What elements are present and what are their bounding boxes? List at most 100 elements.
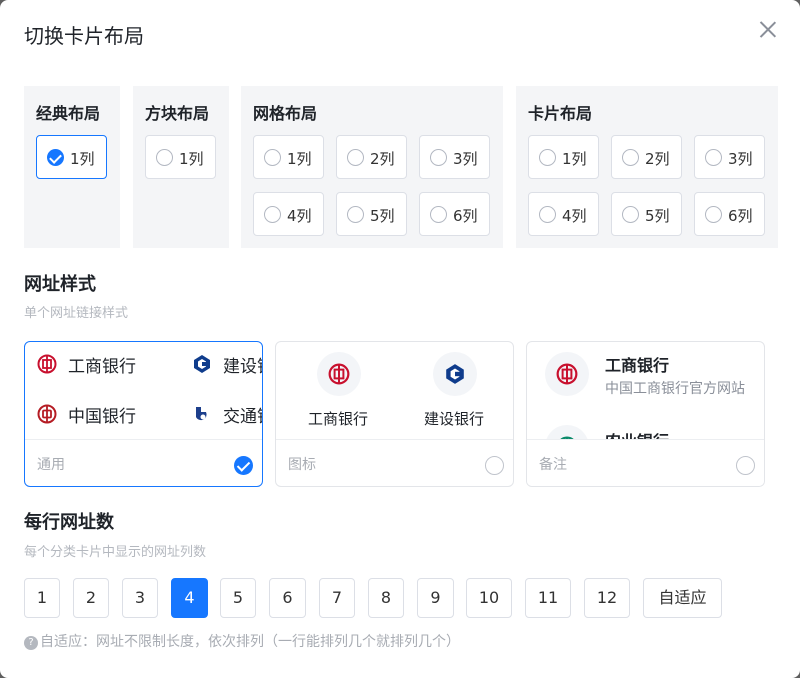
ccb-logo-icon [433,352,477,396]
card-label: 通用 [37,457,65,473]
radio-icon [347,149,364,166]
close-icon[interactable] [756,18,780,42]
auto-hint: ? 自适应：网址不限制长度，依次排列（一行能排列几个就排列几个） [24,631,460,651]
per-row-option-8[interactable]: 8 [368,578,404,618]
icbc-logo-icon [317,352,361,396]
bocom-logo-icon [196,407,207,421]
option-label: 6列 [728,207,753,225]
per-row-option-2[interactable]: 2 [73,578,109,618]
section-desc-url-style: 单个网址链接样式 [24,306,129,321]
radio-icon [264,206,281,223]
per-row-option-1[interactable]: 1 [24,578,60,618]
option-label: 1列 [179,150,204,168]
url-style-card-general[interactable]: 工商银行 建设银行 中国银行 交通银行 通用 [24,341,263,487]
layout-option-grid-6[interactable]: 6列 [419,192,490,236]
option-label: 4列 [562,207,587,225]
layout-option-card-6[interactable]: 6列 [694,192,765,236]
radio-icon [430,149,447,166]
radio-icon [622,206,639,223]
layout-group-block: 方块布局 1列 [133,86,229,248]
layout-option-grid-2[interactable]: 2列 [336,135,407,179]
unchecked-circle-icon [485,456,504,475]
ccb-logo-icon [194,355,210,373]
group-title: 经典布局 [36,104,101,123]
url-style-card-icon[interactable]: 工商银行 建设银行 图标 [275,341,514,487]
bank-name: 中国银行 [68,407,136,427]
help-icon: ? [24,636,38,650]
layout-option-card-4[interactable]: 4列 [528,192,599,236]
dialog-title: 切换卡片布局 [24,24,144,48]
card-label: 备注 [539,457,567,473]
per-row-option-10[interactable]: 10 [466,578,512,618]
section-title-per-row: 每行网址数 [24,512,114,533]
radio-icon [347,206,364,223]
bank-name: 工商银行 [605,356,670,375]
layout-option-grid-4[interactable]: 4列 [253,192,324,236]
option-label: 1列 [70,150,95,168]
card-label: 图标 [288,457,316,473]
layout-option-classic-1[interactable]: 1列 [36,135,107,179]
group-title: 卡片布局 [528,104,593,123]
card-footer: 通用 [25,439,262,486]
radio-icon [622,149,639,166]
checked-radio-icon [47,149,64,166]
layout-option-block-1[interactable]: 1列 [145,135,216,179]
layout-option-grid-3[interactable]: 3列 [419,135,490,179]
url-style-card-note[interactable]: 工商银行 中国工商银行官方网站 农业银行 备注 [526,341,765,487]
layout-option-card-1[interactable]: 1列 [528,135,599,179]
checked-circle-icon [234,456,253,475]
radio-icon [264,149,281,166]
radio-icon [539,149,556,166]
card-footer: 图标 [276,439,513,486]
boc-logo-icon [37,404,57,424]
option-label: 1列 [287,150,312,168]
per-row-option-auto[interactable]: 自适应 [643,578,722,618]
option-label: 3列 [453,150,478,168]
section-desc-per-row: 每个分类卡片中显示的网址列数 [24,545,207,560]
radio-icon [539,206,556,223]
bank-note: 中国工商银行官方网站 [605,381,745,397]
option-label: 5列 [370,207,395,225]
per-row-option-7[interactable]: 7 [319,578,355,618]
group-title: 方块布局 [145,104,210,123]
option-label: 6列 [453,207,478,225]
option-label: 2列 [645,150,670,168]
bank-name: 工商银行 [68,357,136,377]
per-row-option-11[interactable]: 11 [525,578,571,618]
per-row-option-9[interactable]: 9 [417,578,454,618]
layout-option-card-2[interactable]: 2列 [611,135,682,179]
layout-dialog: 切换卡片布局 经典布局 1列 方块布局 1列 网格布局 1列 2列 3列 4列 … [0,0,800,678]
section-title-url-style: 网址样式 [24,274,96,295]
radio-icon [156,149,173,166]
layout-option-grid-5[interactable]: 5列 [336,192,407,236]
icbc-logo-icon [545,352,589,396]
per-row-option-5[interactable]: 5 [220,578,256,618]
radio-icon [705,149,722,166]
layout-group-card: 卡片布局 1列 2列 3列 4列 5列 6列 [516,86,778,248]
layout-option-card-5[interactable]: 5列 [611,192,682,236]
bank-name: 建设银行 [223,357,262,377]
option-label: 5列 [645,207,670,225]
radio-icon [430,206,447,223]
option-label: 2列 [370,150,395,168]
card-footer: 备注 [527,439,764,486]
bank-name: 建设银行 [424,410,485,428]
option-label: 1列 [562,150,587,168]
per-row-option-6[interactable]: 6 [269,578,306,618]
per-row-option-12[interactable]: 12 [584,578,630,618]
per-row-option-4[interactable]: 4 [171,578,208,618]
per-row-option-3[interactable]: 3 [122,578,158,618]
layout-option-card-3[interactable]: 3列 [694,135,765,179]
unchecked-circle-icon [736,456,755,475]
radio-icon [705,206,722,223]
bank-name: 交通银行 [223,407,262,427]
bank-name: 工商银行 [308,410,369,428]
icbc-logo-icon [37,354,57,374]
hint-text: 自适应：网址不限制长度，依次排列（一行能排列几个就排列几个） [40,634,460,650]
layout-group-grid: 网格布局 1列 2列 3列 4列 5列 6列 [241,86,503,248]
option-label: 3列 [728,150,753,168]
option-label: 4列 [287,207,312,225]
group-title: 网格布局 [253,104,318,123]
layout-group-classic: 经典布局 1列 [24,86,120,248]
layout-option-grid-1[interactable]: 1列 [253,135,324,179]
